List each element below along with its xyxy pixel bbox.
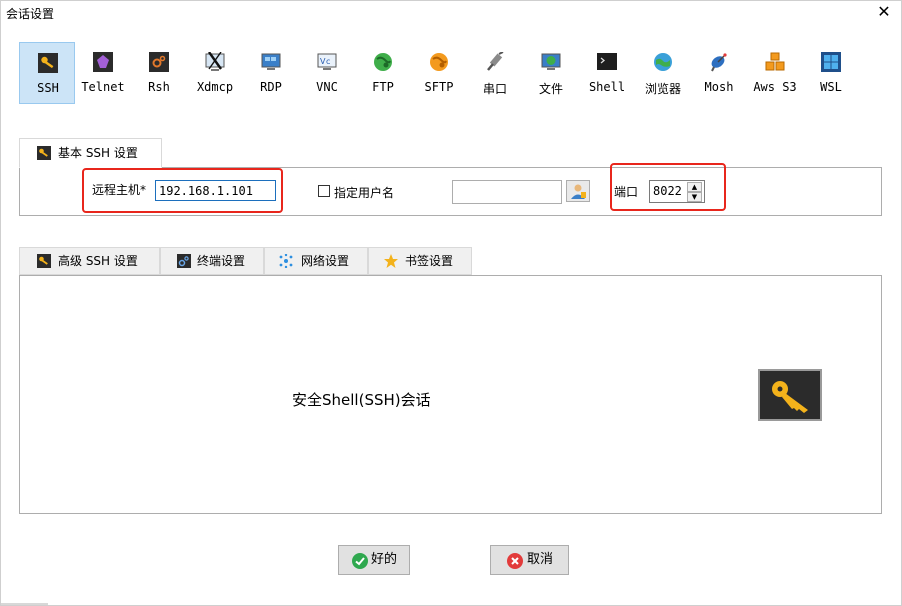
terminal-settings-icon <box>177 254 191 268</box>
protocol-rsh[interactable]: Rsh <box>131 42 187 104</box>
tab-terminal-settings[interactable]: 终端设置 <box>160 247 264 275</box>
protocol-label: Shell <box>588 80 626 94</box>
rsh-icon <box>149 52 169 72</box>
protocol-label: 浏览器 <box>644 82 681 96</box>
remote-host-input[interactable] <box>155 180 276 201</box>
protocol-rdp[interactable]: RDP <box>243 42 299 104</box>
tab-label: 高级 SSH 设置 <box>58 254 138 268</box>
protocol-shell[interactable]: Shell <box>579 42 635 104</box>
protocol-vnc[interactable]: Vc VNC <box>299 42 355 104</box>
tab-bookmark-settings[interactable]: 书签设置 <box>368 247 472 275</box>
mosh-satellite-icon <box>711 53 727 72</box>
cancel-label: 取消 <box>527 552 554 567</box>
advanced-settings-panel <box>19 275 882 514</box>
network-icon <box>279 254 293 268</box>
protocol-ssh[interactable]: SSH <box>19 42 75 104</box>
protocol-file[interactable]: 文件 <box>523 42 579 104</box>
protocol-sftp[interactable]: SFTP <box>411 42 467 104</box>
svg-text:c: c <box>326 57 330 66</box>
tab-advanced-ssh-settings[interactable]: 高级 SSH 设置 <box>19 247 160 275</box>
ok-label: 好的 <box>371 552 398 567</box>
protocol-aws-s3[interactable]: Aws S3 <box>747 42 803 104</box>
file-monitor-icon <box>541 53 561 70</box>
protocol-label: Rsh <box>148 80 170 94</box>
user-icon <box>571 184 586 199</box>
protocol-label: VNC <box>316 80 338 94</box>
protocol-ftp[interactable]: FTP <box>355 42 411 104</box>
protocol-wsl[interactable]: WSL <box>803 42 859 104</box>
aws-cubes-icon <box>765 52 785 71</box>
port-value: 8022 <box>653 184 682 198</box>
tab-label: 网络设置 <box>301 254 350 268</box>
ftp-globe-icon <box>374 53 392 71</box>
sftp-globe-icon <box>430 53 448 71</box>
vnc-monitor-icon: Vc <box>317 53 337 70</box>
tab-basic-ssh-settings[interactable]: 基本 SSH 设置 <box>19 138 162 168</box>
protocol-browser[interactable]: 浏览器 <box>635 42 691 104</box>
protocol-mosh[interactable]: Mosh <box>691 42 747 104</box>
window-title: 会话设置 <box>6 7 55 21</box>
ssh-key-icon <box>38 53 58 73</box>
basic-settings-panel <box>19 167 882 216</box>
wsl-windows-icon <box>821 52 841 72</box>
protocol-label: Xdmcp <box>196 80 234 94</box>
cancel-x-icon <box>507 553 523 569</box>
specify-username-checkbox[interactable] <box>318 185 330 197</box>
cancel-button[interactable]: 取消 <box>490 545 569 575</box>
specify-username-label: 指定用户名 <box>334 186 395 200</box>
protocol-label: RDP <box>260 80 282 94</box>
protocol-label: SFTP <box>424 80 454 94</box>
title-bar <box>0 0 902 26</box>
protocol-serial[interactable]: 串口 <box>467 42 523 104</box>
protocol-label: Aws S3 <box>753 80 797 94</box>
ssh-key-icon <box>37 146 51 160</box>
tab-label: 基本 SSH 设置 <box>58 146 138 160</box>
xdmcp-icon <box>205 52 225 71</box>
tab-network-settings[interactable]: 网络设置 <box>264 247 368 275</box>
port-increment-button[interactable]: ▲ <box>687 182 702 192</box>
ok-button[interactable]: 好的 <box>338 545 410 575</box>
protocol-label: Telnet <box>81 80 125 94</box>
protocol-label: 串口 <box>482 82 507 96</box>
protocol-label: Mosh <box>704 80 734 94</box>
protocol-xdmcp[interactable]: Xdmcp <box>187 42 243 104</box>
protocol-label: FTP <box>372 80 394 94</box>
bookmark-star-icon <box>384 254 398 268</box>
rdp-monitor-icon <box>261 53 281 70</box>
protocol-label: 文件 <box>538 82 563 96</box>
username-input[interactable] <box>452 180 562 204</box>
browser-globe-icon <box>654 53 672 71</box>
user-select-button[interactable] <box>566 180 590 202</box>
ssh-key-icon <box>37 254 51 268</box>
port-label: 端口 <box>614 185 639 199</box>
protocol-label: WSL <box>820 80 842 94</box>
tab-label: 书签设置 <box>405 254 454 268</box>
protocol-bar: SSH Telnet Rsh Xdmcp RDP Vc VNC FTP SFTP… <box>16 40 882 106</box>
protocol-label: SSH <box>37 81 59 95</box>
serial-plug-icon <box>487 52 504 71</box>
shell-terminal-icon <box>597 53 617 70</box>
remote-host-label: 远程主机* <box>92 183 147 197</box>
port-decrement-button[interactable]: ▼ <box>687 192 702 202</box>
tab-label: 终端设置 <box>197 254 246 268</box>
telnet-icon <box>93 52 113 72</box>
session-description: 安全Shell(SSH)会话 <box>292 391 431 409</box>
ssh-key-large-icon <box>758 369 822 421</box>
close-button[interactable]: ✕ <box>874 2 894 22</box>
check-icon <box>352 553 368 569</box>
protocol-telnet[interactable]: Telnet <box>75 42 131 104</box>
